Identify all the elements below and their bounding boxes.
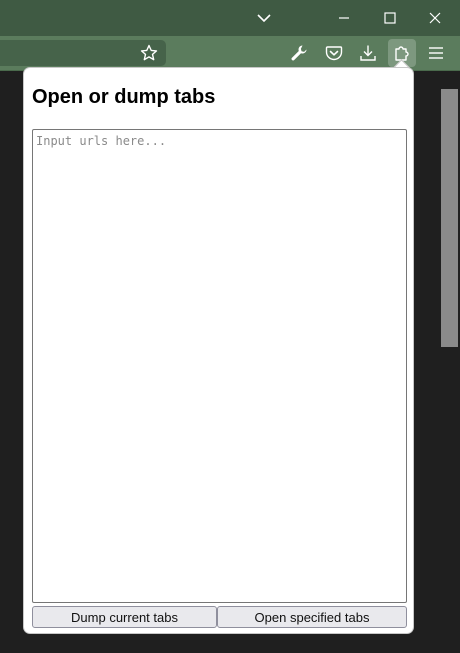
scrollbar-thumb[interactable] (441, 89, 458, 347)
extension-popup: Open or dump tabs Dump current tabs Open… (23, 67, 414, 634)
popup-title: Open or dump tabs (32, 86, 216, 108)
app-menu-button[interactable] (422, 39, 450, 67)
pocket-button[interactable] (320, 39, 348, 67)
close-window-button[interactable] (412, 0, 458, 36)
maximize-button[interactable] (367, 0, 413, 36)
list-all-tabs-button[interactable] (241, 0, 287, 36)
menu-icon (429, 47, 443, 59)
downloads-button[interactable] (354, 39, 382, 67)
dump-current-tabs-button[interactable]: Dump current tabs (32, 606, 217, 628)
bookmark-star-button[interactable] (136, 40, 162, 66)
window-titlebar (0, 0, 460, 36)
chevron-down-icon (257, 14, 271, 23)
navigation-toolbar (0, 36, 460, 71)
urls-input[interactable] (32, 129, 407, 603)
download-icon (360, 45, 376, 61)
address-bar[interactable] (0, 40, 166, 66)
wrench-icon (291, 45, 307, 61)
minimize-button[interactable] (321, 0, 367, 36)
bookmark-star-icon (140, 44, 158, 61)
wrench-button[interactable] (285, 39, 313, 67)
open-specified-tabs-button[interactable]: Open specified tabs (217, 606, 407, 628)
maximize-icon (384, 12, 396, 24)
minimize-icon (339, 17, 349, 19)
close-icon (429, 12, 441, 24)
pocket-icon (325, 46, 343, 61)
